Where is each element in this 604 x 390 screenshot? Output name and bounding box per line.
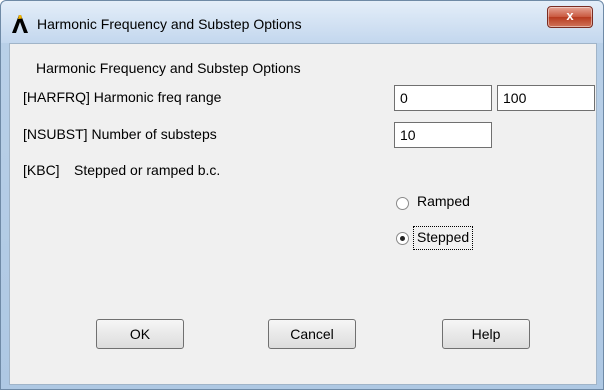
nsubst-input[interactable]: 10 [394,122,492,148]
ramped-radio-button[interactable] [396,197,409,210]
stepped-label[interactable]: Stepped [417,229,469,245]
cancel-button[interactable]: Cancel [268,319,356,349]
window-title: Harmonic Frequency and Substep Options [37,16,302,32]
dialog-body: Harmonic Frequency and Substep Options [… [9,43,597,385]
ansys-logo-icon [12,15,28,33]
harfrq-start-input[interactable]: 0 [394,85,492,111]
stepped-radio-button[interactable] [396,232,409,245]
help-button[interactable]: Help [442,319,530,349]
nsubst-label: [NSUBST] Number of substeps [23,126,217,142]
ramped-label[interactable]: Ramped [417,193,470,209]
harfrq-label: [HARFRQ] Harmonic freq range [23,89,222,105]
harfrq-end-input[interactable]: 100 [497,85,595,111]
radio-selected-dot [400,236,405,241]
ok-button[interactable]: OK [96,319,184,349]
close-icon: x [566,8,574,23]
dialog-window: Harmonic Frequency and Substep Options x… [0,0,604,390]
kbc-label: Stepped or ramped b.c. [74,162,221,178]
form-heading: Harmonic Frequency and Substep Options [36,60,301,76]
close-button[interactable]: x [547,6,593,28]
kbc-tag: [KBC] [23,162,60,178]
title-bar[interactable]: Harmonic Frequency and Substep Options x [1,1,603,43]
